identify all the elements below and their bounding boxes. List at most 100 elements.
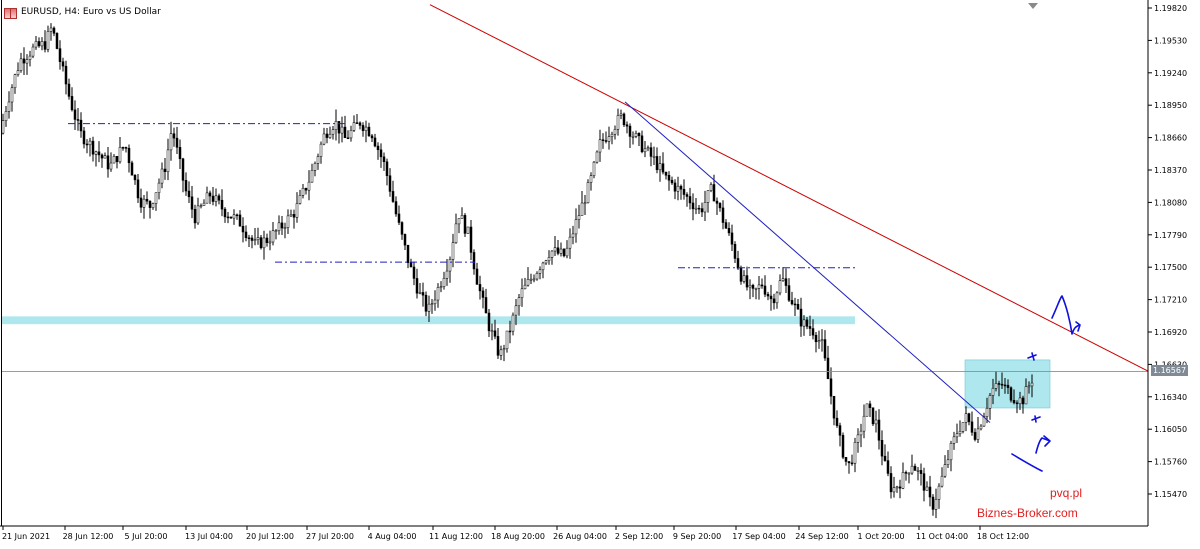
candle	[268, 230, 272, 251]
candle	[625, 121, 629, 134]
candle	[370, 134, 374, 142]
y-tick-label: 1.15470	[1154, 490, 1187, 499]
candle-body	[1009, 387, 1013, 401]
candle	[64, 60, 68, 95]
candle	[682, 179, 686, 200]
candle-body	[520, 288, 524, 298]
candle-body	[991, 388, 995, 396]
candle-body	[910, 465, 914, 474]
candle-body	[778, 280, 782, 294]
candle-body	[862, 415, 866, 432]
candle-body	[160, 168, 164, 184]
candle-body	[148, 200, 152, 208]
candle	[652, 146, 656, 165]
candle	[889, 466, 893, 499]
candle-body	[808, 326, 812, 329]
candle	[451, 233, 455, 268]
candle-body	[976, 428, 980, 440]
x-tick-label: 24 Sep 12:00	[795, 532, 848, 541]
candle	[688, 187, 692, 210]
candle	[586, 179, 590, 204]
candle	[118, 136, 122, 164]
candle-body	[199, 205, 203, 207]
candle	[775, 291, 779, 309]
candle-body	[625, 124, 629, 127]
candle-body	[184, 180, 188, 192]
candle	[163, 157, 167, 180]
candle-body	[313, 163, 317, 171]
y-tick-label: 1.17790	[1154, 231, 1187, 240]
candle	[403, 233, 407, 251]
candle-body	[244, 231, 248, 239]
candle-body	[823, 339, 827, 359]
candle-body	[715, 200, 719, 204]
candle-body	[760, 284, 764, 287]
candle	[748, 279, 752, 300]
candle-body	[295, 203, 299, 218]
candle	[904, 470, 908, 481]
candle-body	[589, 175, 593, 183]
candle-body	[916, 470, 920, 472]
candle	[772, 293, 776, 310]
candle	[475, 262, 479, 285]
candle	[394, 196, 398, 217]
candle-body	[880, 440, 884, 457]
candle	[862, 404, 866, 439]
candle-body	[274, 230, 278, 232]
candle	[943, 455, 947, 478]
candle-body	[466, 226, 470, 234]
candle-body	[277, 222, 281, 231]
candle-body	[301, 188, 305, 196]
candle-body	[871, 407, 875, 425]
candle	[883, 444, 887, 462]
candle	[169, 121, 173, 161]
candle	[691, 193, 695, 221]
candle-body	[259, 237, 263, 249]
candle-body	[112, 156, 116, 164]
candle	[538, 266, 542, 280]
candle	[448, 256, 452, 283]
price-chart[interactable]: 1.19820 1.19530 1.19240 1.18950 1.18660 1.183…	[0, 0, 1200, 549]
candle-body	[214, 195, 218, 202]
chart-window[interactable]: 1.19820 1.19530 1.19240 1.18950 1.18660 1.183…	[0, 0, 1200, 549]
candle-body	[526, 279, 530, 286]
candle	[244, 225, 248, 242]
candle	[970, 411, 974, 436]
candle	[373, 133, 377, 148]
candle-body	[580, 202, 584, 216]
candle-body	[793, 303, 797, 306]
y-tick-label: 1.15760	[1154, 458, 1187, 467]
candle	[892, 476, 896, 498]
y-tick-label: 1.16920	[1154, 328, 1187, 337]
candle-body	[139, 197, 143, 208]
candle-body	[703, 202, 707, 213]
candle-body	[562, 248, 566, 257]
x-tick-label: 20 Jul 12:00	[246, 532, 294, 541]
candle-body	[391, 191, 395, 202]
candle	[142, 195, 146, 219]
candle	[256, 227, 260, 245]
candle-body	[166, 149, 170, 172]
candle-body	[619, 113, 623, 116]
candle-body	[787, 285, 791, 301]
candle	[418, 283, 422, 295]
candle	[7, 91, 11, 119]
candle-body	[109, 162, 113, 170]
candle	[295, 192, 299, 223]
candle-body	[256, 237, 260, 240]
candle	[598, 129, 602, 162]
candle-body	[205, 192, 209, 204]
candle-body	[931, 496, 935, 510]
candle	[346, 130, 350, 140]
candle-body	[55, 33, 59, 49]
drawn-arrow-down	[1035, 435, 1051, 454]
candle	[529, 273, 533, 285]
candle	[358, 121, 362, 130]
candle	[175, 126, 179, 155]
candle-body	[145, 198, 149, 202]
candle	[562, 248, 566, 258]
candle	[436, 283, 440, 308]
candle	[166, 138, 170, 181]
candle-body	[973, 432, 977, 440]
candle-body	[430, 303, 434, 305]
